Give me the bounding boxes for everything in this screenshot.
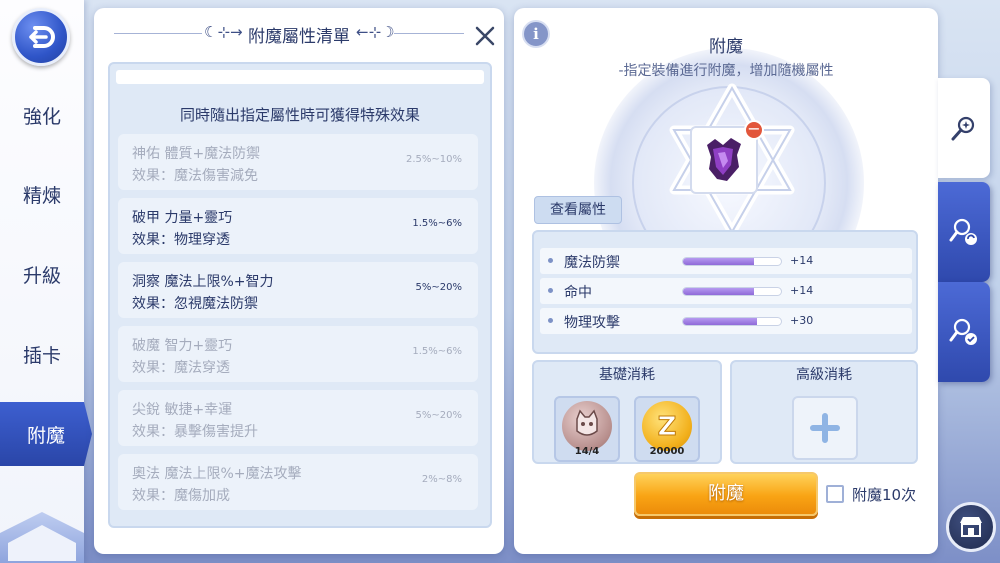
nav-item-strengthen[interactable]: 強化 <box>0 83 84 147</box>
enchant-button[interactable]: 附魔 <box>634 472 818 516</box>
cat-medal-icon <box>562 401 612 451</box>
list-item: 神佑 體質+魔法防禦 效果：魔法傷害減免 2.5%~10% <box>118 134 478 190</box>
tab-enchant-confirm[interactable] <box>938 282 990 382</box>
tab-enchant[interactable] <box>938 78 990 178</box>
basic-cost-label: 基礎消耗 <box>599 367 655 383</box>
nav-item-label: 強化 <box>22 105 61 128</box>
attribute-bar-fill <box>683 258 754 265</box>
list-header-bar <box>116 70 484 84</box>
list-item: 洞察 魔法上限%+智力 效果：忽視魔法防禦 5%~20% <box>118 262 478 318</box>
close-button[interactable] <box>472 23 498 49</box>
add-material-slot[interactable] <box>792 396 858 460</box>
tab-enchant-swap[interactable] <box>938 182 990 282</box>
entry-effect: 效果：魔法傷害減免 <box>132 168 258 184</box>
minus-icon: − <box>747 119 761 138</box>
material-count: 14/4 <box>574 446 600 457</box>
entry-effect: 效果：暴擊傷害提升 <box>132 424 258 440</box>
basic-cost-box: 基礎消耗 14/4 Z 20000 <box>532 360 722 464</box>
entry-name: 尖銳 敏捷+幸運 <box>132 402 233 418</box>
nav-item-label: 精煉 <box>22 184 61 207</box>
magic-wand-check-icon <box>949 318 977 345</box>
close-icon <box>475 26 495 46</box>
shop-icon <box>960 517 982 537</box>
nav-item-label: 插卡 <box>22 344 61 367</box>
remove-equipment-button[interactable]: − <box>744 120 764 140</box>
entry-range: 5%~20% <box>415 282 462 293</box>
shop-button[interactable] <box>946 502 996 552</box>
advanced-cost-box: 高級消耗 <box>730 360 918 464</box>
enchant-attribute-list-panel: ☾⊹→ 附魔屬性清單 ←⊹☽ 同時隨出指定屬性時可獲得特殊效果 神佑 體質+魔法… <box>94 8 504 554</box>
magic-wand-swap-icon <box>949 218 977 245</box>
nav-item-refine[interactable]: 精煉 <box>0 162 84 226</box>
list-item: 尖銳 敏捷+幸運 效果：暴擊傷害提升 5%~20% <box>118 390 478 446</box>
bullet-icon <box>548 258 553 263</box>
entry-name: 洞察 魔法上限%+智力 <box>132 274 274 290</box>
left-nav: 強化 精煉 升級 插卡 附魔 <box>0 0 92 563</box>
enchant-10-times-checkbox[interactable] <box>826 485 844 503</box>
attribute-bar <box>682 317 782 326</box>
list-item: 破甲 力量+靈巧 效果：物理穿透 1.5%~6% <box>118 198 478 254</box>
zeny-coin-icon: Z <box>642 401 692 451</box>
entry-effect: 效果：物理穿透 <box>132 232 230 248</box>
nav-item-enchant[interactable]: 附魔 <box>0 402 92 466</box>
enchant-10-times-label: 附魔10次 <box>852 486 917 504</box>
entry-range: 2.5%~10% <box>405 154 462 165</box>
magic-wand-icon <box>951 116 975 141</box>
dark-armor-item-icon <box>707 138 741 181</box>
entry-effect: 效果：魔傷加成 <box>132 488 230 504</box>
enchant-subtitle: -指定裝備進行附魔，增加隨機屬性 <box>618 63 834 79</box>
entry-name: 破魔 智力+靈巧 <box>132 338 233 354</box>
material-count: 20000 <box>649 446 685 457</box>
attribute-bar-fill <box>683 318 758 325</box>
entry-name: 破甲 力量+靈巧 <box>132 210 233 226</box>
attribute-bar <box>682 287 782 296</box>
enchant-title: 附魔 <box>709 37 743 57</box>
attribute-name: 命中 <box>564 285 592 301</box>
attribute-list: 魔法防禦 +14 命中 +14 物理攻擊 +30 <box>532 230 918 354</box>
material-slot-cat-medal[interactable]: 14/4 <box>554 396 620 462</box>
list-description: 同時隨出指定屬性時可獲得特殊效果 <box>179 106 420 124</box>
view-attributes-button[interactable]: 查看屬性 <box>534 196 622 224</box>
advanced-cost-label: 高級消耗 <box>796 367 852 383</box>
nav-item-upgrade[interactable]: 升級 <box>0 242 84 306</box>
entry-effect: 效果：魔法穿透 <box>132 360 230 376</box>
bullet-icon <box>548 288 553 293</box>
list-item: 破魔 智力+靈巧 效果：魔法穿透 1.5%~6% <box>118 326 478 382</box>
attribute-name: 魔法防禦 <box>564 255 620 271</box>
entry-name: 奧法 魔法上限%+魔法攻擊 <box>132 466 302 482</box>
attribute-bar-fill <box>683 288 754 295</box>
attribute-bar <box>682 257 782 266</box>
plus-icon <box>810 413 840 443</box>
title-divider <box>394 33 464 34</box>
back-button[interactable] <box>12 8 70 66</box>
panel-title: 附魔屬性清單 <box>248 27 350 47</box>
attribute-row: 命中 +14 <box>540 278 912 304</box>
nav-bottom-decoration <box>0 512 84 563</box>
entry-name: 神佑 體質+魔法防禦 <box>132 146 261 162</box>
entry-range: 1.5%~6% <box>412 218 462 229</box>
attribute-value: +30 <box>790 314 814 327</box>
attribute-value: +14 <box>790 284 814 297</box>
nav-item-label: 附魔 <box>26 424 65 447</box>
entry-range: 2%~8% <box>421 474 462 485</box>
moon-ornament-icon: ←⊹☽ <box>356 23 395 41</box>
attribute-value: +14 <box>790 254 814 267</box>
entry-range: 1.5%~6% <box>412 346 462 357</box>
attribute-row: 物理攻擊 +30 <box>540 308 912 334</box>
list-item: 奧法 魔法上限%+魔法攻擊 效果：魔傷加成 2%~8% <box>118 454 478 510</box>
enchant-panel: i 附魔 -指定裝備進行附魔，增加隨機屬性 − 查看屬性 魔法防禦 +14 命中… <box>514 8 938 554</box>
attribute-list[interactable]: 同時隨出指定屬性時可獲得特殊效果 神佑 體質+魔法防禦 效果：魔法傷害減免 2.… <box>108 62 492 528</box>
back-arrow-icon <box>29 26 55 48</box>
entry-effect: 效果：忽視魔法防禦 <box>132 296 258 312</box>
svg-text:Z: Z <box>658 412 677 442</box>
material-slot-zeny[interactable]: Z 20000 <box>634 396 700 462</box>
attribute-name: 物理攻擊 <box>564 315 620 331</box>
nav-item-card-slot[interactable]: 插卡 <box>0 322 84 386</box>
entry-range: 5%~20% <box>415 410 462 421</box>
attribute-row: 魔法防禦 +14 <box>540 248 912 274</box>
bullet-icon <box>548 318 553 323</box>
nav-item-label: 升級 <box>22 264 61 287</box>
